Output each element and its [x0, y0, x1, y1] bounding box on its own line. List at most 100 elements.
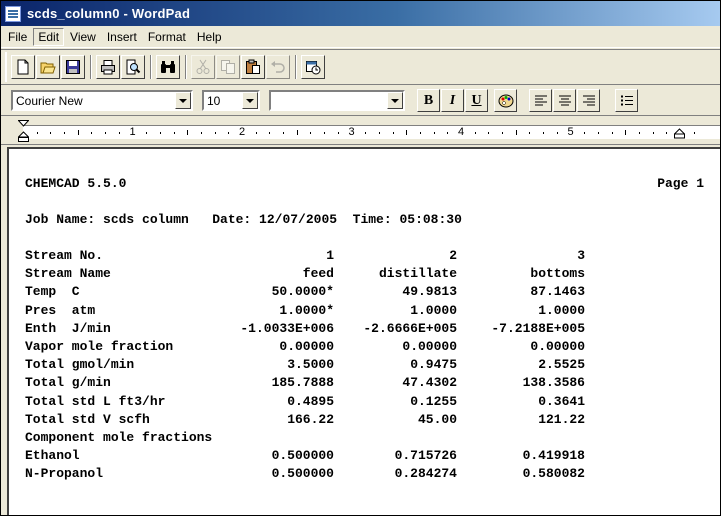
font-name-dropdown-button[interactable]	[175, 92, 191, 109]
bold-button[interactable]: B	[417, 89, 440, 112]
toolbar-band	[5, 52, 326, 82]
ruler-tick	[693, 132, 695, 134]
header-line: CHEMCAD 5.5.0 Page 1	[9, 175, 720, 193]
row-label: Total g/min	[25, 375, 111, 391]
bullets-icon	[620, 95, 633, 105]
row-value-2: 0.9475	[410, 357, 457, 373]
ruler-tick	[652, 132, 654, 134]
document-area[interactable]: CHEMCAD 5.5.0 Page 1 Job Name: scds colu…	[7, 147, 720, 515]
row-value-2: 0.00000	[402, 339, 457, 354]
window-title: scds_column0 - WordPad	[27, 6, 191, 21]
row-value-3: 2.5525	[538, 357, 585, 373]
align-left-button[interactable]	[529, 89, 552, 112]
menu-help[interactable]: Help	[192, 28, 227, 46]
ruler-tick	[173, 132, 175, 134]
row-value-2: 2	[449, 248, 457, 263]
ruler-tick	[118, 132, 120, 134]
script-dropdown-button[interactable]	[387, 92, 403, 109]
new-button[interactable]	[11, 55, 35, 79]
row-value-3: 138.3586	[522, 375, 585, 391]
font-size-dropdown-button[interactable]	[242, 92, 258, 109]
print-preview-button[interactable]	[121, 55, 145, 79]
ruler-tick	[406, 130, 408, 135]
save-icon	[66, 60, 80, 74]
ruler-tick	[159, 132, 161, 134]
font-name-combo[interactable]: Courier New	[11, 90, 193, 111]
ruler-tick	[269, 132, 271, 134]
ruler-strip[interactable]: 1 2 3 4 5	[23, 125, 720, 139]
row-value-3: 121.22	[538, 411, 585, 427]
underline-button[interactable]: U	[465, 89, 488, 112]
ruler-tick	[392, 132, 394, 134]
insert-datetime-icon	[306, 61, 321, 75]
menu-format[interactable]: Format	[143, 28, 191, 46]
ruler-number: 5	[567, 126, 574, 138]
row-value-2: 0.1255	[410, 393, 457, 409]
table-row: Ethanol 0.500000 0.715726 0.419918	[9, 447, 720, 465]
new-icon	[17, 59, 29, 75]
find-button[interactable]	[156, 55, 180, 79]
insert-datetime-button[interactable]	[301, 55, 325, 79]
row-label: Enth J/min	[25, 320, 111, 336]
color-button[interactable]	[494, 89, 517, 112]
script-combo[interactable]	[269, 90, 405, 111]
ruler-tick	[638, 132, 640, 134]
find-icon	[161, 61, 175, 73]
copy-button[interactable]	[216, 55, 240, 79]
ruler-tick	[433, 132, 435, 134]
row-value-2: 45.00	[417, 411, 457, 427]
table-row: Stream Name feed distillate bottoms	[9, 265, 720, 283]
menu-edit[interactable]: Edit	[33, 27, 65, 46]
ruler-tick	[378, 132, 380, 134]
paste-icon	[246, 59, 260, 74]
table-row: Total std V scfh 166.22 45.00 121.22	[9, 411, 720, 429]
row-value-1: 0.4895	[287, 393, 334, 409]
right-indent-marker[interactable]	[674, 128, 685, 140]
row-value-1: 0.500000	[271, 448, 334, 464]
row-label: Temp C	[25, 284, 80, 300]
row-value-2: 47.4302	[402, 375, 457, 391]
font-size-combo[interactable]: 10	[202, 90, 260, 111]
table-row: Component mole fractions	[9, 429, 720, 447]
chevron-down-icon	[391, 98, 399, 103]
title-bar[interactable]: scds_column0 - WordPad	[1, 1, 720, 26]
ruler-tick	[529, 132, 531, 134]
row-value-2: 49.9813	[402, 284, 457, 300]
ruler-tick	[666, 132, 668, 134]
row-value-1: 1.0000*	[279, 302, 334, 318]
align-right-button[interactable]	[577, 89, 600, 112]
italic-button[interactable]: I	[441, 89, 464, 112]
bullets-button[interactable]	[615, 89, 638, 112]
menu-view[interactable]: View	[65, 28, 101, 46]
toolbar-separator	[150, 55, 152, 79]
align-center-button[interactable]	[553, 89, 576, 112]
ruler-tick	[584, 132, 586, 134]
ruler-tick	[365, 132, 367, 134]
ruler[interactable]: 1 2 3 4 5	[1, 117, 720, 145]
print-button[interactable]	[96, 55, 120, 79]
table-row: Vapor mole fraction 0.00000 0.00000 0.00000	[9, 338, 720, 356]
row-value-3: 0.00000	[530, 339, 585, 354]
ruler-tick	[91, 132, 93, 134]
ruler-number: 4	[457, 126, 465, 138]
undo-button[interactable]	[266, 55, 290, 79]
ruler-tick	[337, 132, 339, 134]
ruler-tick	[625, 130, 627, 135]
menu-insert[interactable]: Insert	[102, 28, 142, 46]
header-right: Page 1	[657, 176, 704, 191]
align-left-icon	[534, 95, 547, 105]
ruler-number: 3	[348, 126, 355, 138]
menu-file[interactable]: File	[3, 28, 32, 46]
ruler-tick	[200, 132, 202, 134]
paste-button[interactable]	[241, 55, 265, 79]
save-button[interactable]	[61, 55, 85, 79]
row-value-1: -1.0033E+006	[240, 320, 334, 336]
cut-button[interactable]	[191, 55, 215, 79]
open-button[interactable]	[36, 55, 60, 79]
row-value-3: 0.580082	[522, 466, 585, 482]
row-value-1: 166.22	[287, 411, 334, 427]
left-indent-marker[interactable]	[18, 120, 29, 144]
row-value-3: 1.0000	[538, 302, 585, 318]
ruler-number: 2	[238, 126, 246, 138]
wordpad-app-icon[interactable]	[5, 5, 21, 22]
